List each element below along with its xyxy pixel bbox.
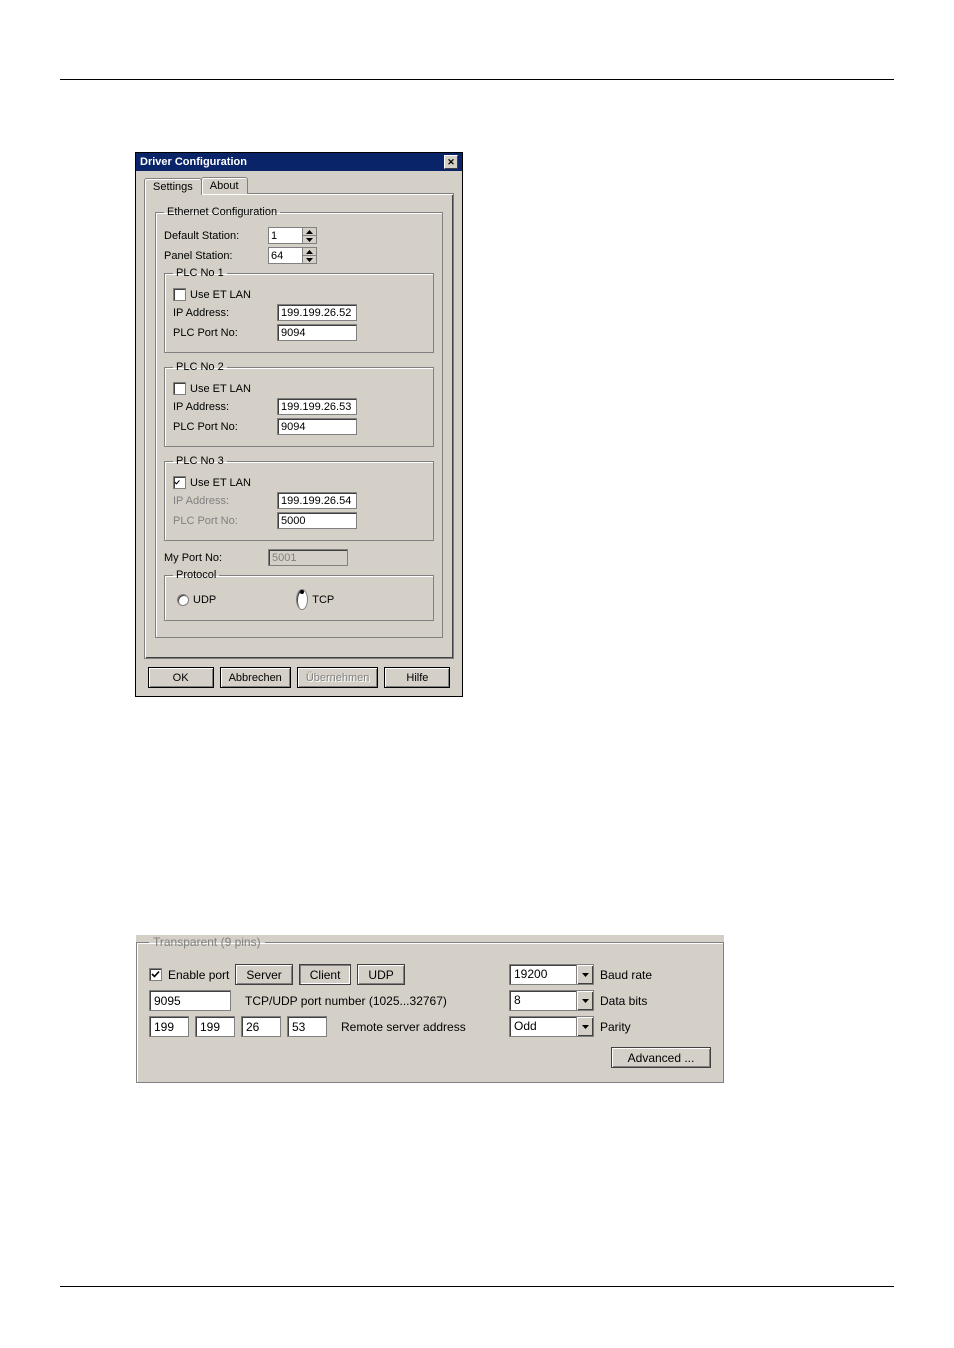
remote-ip-d[interactable] [287, 1016, 327, 1037]
panel-station-spinner[interactable] [268, 247, 317, 264]
chevron-down-icon[interactable] [577, 1016, 594, 1037]
remote-ip-c[interactable] [241, 1016, 281, 1037]
driver-configuration-dialog: Driver Configuration ✕ Settings About Et… [135, 152, 463, 697]
baud-select[interactable]: 19200 [509, 964, 594, 985]
protocol-tcp-label: TCP [312, 594, 334, 606]
plc3-port-input[interactable] [277, 512, 357, 529]
cancel-button[interactable]: Abbrechen [220, 667, 291, 688]
transparent-panel: Transparent (9 pins) Enable port Server … [136, 935, 724, 1083]
tab-settings[interactable]: Settings [144, 178, 202, 195]
baud-value: 19200 [509, 964, 577, 985]
parity-select[interactable]: Odd [509, 1016, 594, 1037]
default-station-spinner[interactable] [268, 227, 317, 244]
databits-label: Data bits [600, 994, 647, 1008]
enable-port-label: Enable port [168, 968, 229, 982]
protocol-udp-radio[interactable] [177, 594, 189, 606]
plc2-ip-input[interactable] [277, 398, 357, 415]
databits-value: 8 [509, 990, 577, 1011]
protocol-tcp-radio[interactable] [296, 589, 308, 610]
databits-select[interactable]: 8 [509, 990, 594, 1011]
panel-station-label: Panel Station: [164, 250, 268, 262]
plc1-group: PLC No 1 Use ET LAN IP Address: PLC Port… [164, 267, 434, 353]
plc2-use-etlan-checkbox[interactable] [173, 382, 186, 395]
ethernet-legend: Ethernet Configuration [164, 206, 280, 218]
spin-down-icon[interactable] [303, 236, 316, 243]
ok-button[interactable]: OK [148, 667, 214, 688]
plc1-ip-input[interactable] [277, 304, 357, 321]
plc1-port-input[interactable] [277, 324, 357, 341]
window-title: Driver Configuration [140, 156, 444, 168]
plc3-ip-input[interactable] [277, 492, 357, 509]
plc2-legend: PLC No 2 [173, 361, 227, 373]
tab-about[interactable]: About [201, 177, 248, 194]
plc2-port-input[interactable] [277, 418, 357, 435]
tcp-port-input[interactable] [149, 990, 231, 1011]
ethernet-configuration-group: Ethernet Configuration Default Station: … [155, 206, 443, 638]
remote-ip-b[interactable] [195, 1016, 235, 1037]
server-button[interactable]: Server [235, 964, 292, 985]
plc3-port-label: PLC Port No: [173, 515, 277, 527]
default-station-input[interactable] [268, 227, 302, 244]
plc1-ip-label: IP Address: [173, 307, 277, 319]
chevron-down-icon[interactable] [577, 964, 594, 985]
plc2-ip-label: IP Address: [173, 401, 277, 413]
close-icon[interactable]: ✕ [444, 155, 458, 169]
plc1-use-etlan-label: Use ET LAN [190, 289, 251, 301]
page-header [60, 0, 894, 80]
plc2-group: PLC No 2 Use ET LAN IP Address: PLC Port… [164, 361, 434, 447]
plc3-legend: PLC No 3 [173, 455, 227, 467]
plc3-use-etlan-checkbox[interactable] [173, 476, 186, 489]
plc2-port-label: PLC Port No: [173, 421, 277, 433]
settings-panel: Ethernet Configuration Default Station: … [144, 193, 454, 659]
spin-up-icon[interactable] [303, 248, 316, 256]
plc1-legend: PLC No 1 [173, 267, 227, 279]
client-button[interactable]: Client [299, 964, 352, 985]
protocol-group: Protocol UDP TCP [164, 569, 434, 621]
spin-down-icon[interactable] [303, 256, 316, 263]
default-station-label: Default Station: [164, 230, 268, 242]
apply-button: Übernehmen [297, 667, 379, 688]
plc1-use-etlan-checkbox[interactable] [173, 288, 186, 301]
transparent-legend: Transparent (9 pins) [149, 935, 265, 949]
remote-ip-a[interactable] [149, 1016, 189, 1037]
protocol-legend: Protocol [173, 569, 219, 581]
plc1-port-label: PLC Port No: [173, 327, 277, 339]
help-button[interactable]: Hilfe [384, 667, 450, 688]
transparent-group: Transparent (9 pins) Enable port Server … [136, 935, 724, 1083]
my-port-input [268, 549, 348, 566]
parity-value: Odd [509, 1016, 577, 1037]
my-port-label: My Port No: [164, 552, 268, 564]
plc3-group: PLC No 3 Use ET LAN IP Address: PLC Port… [164, 455, 434, 541]
tcp-port-hint: TCP/UDP port number (1025...32767) [245, 994, 447, 1008]
chevron-down-icon[interactable] [577, 990, 594, 1011]
parity-label: Parity [600, 1020, 631, 1034]
advanced-button[interactable]: Advanced ... [611, 1047, 711, 1068]
udp-button[interactable]: UDP [357, 964, 404, 985]
plc3-use-etlan-label: Use ET LAN [190, 477, 251, 489]
enable-port-checkbox[interactable] [149, 968, 162, 981]
tab-row: Settings About [144, 177, 454, 194]
protocol-udp-label: UDP [193, 594, 216, 606]
plc3-ip-label: IP Address: [173, 495, 277, 507]
panel-station-input[interactable] [268, 247, 302, 264]
remote-server-label: Remote server address [341, 1020, 466, 1034]
spin-up-icon[interactable] [303, 228, 316, 236]
dialog-button-row: OK Abbrechen Übernehmen Hilfe [136, 659, 462, 696]
plc2-use-etlan-label: Use ET LAN [190, 383, 251, 395]
titlebar: Driver Configuration ✕ [136, 153, 462, 171]
page-footer [60, 1286, 894, 1288]
baud-label: Baud rate [600, 968, 652, 982]
